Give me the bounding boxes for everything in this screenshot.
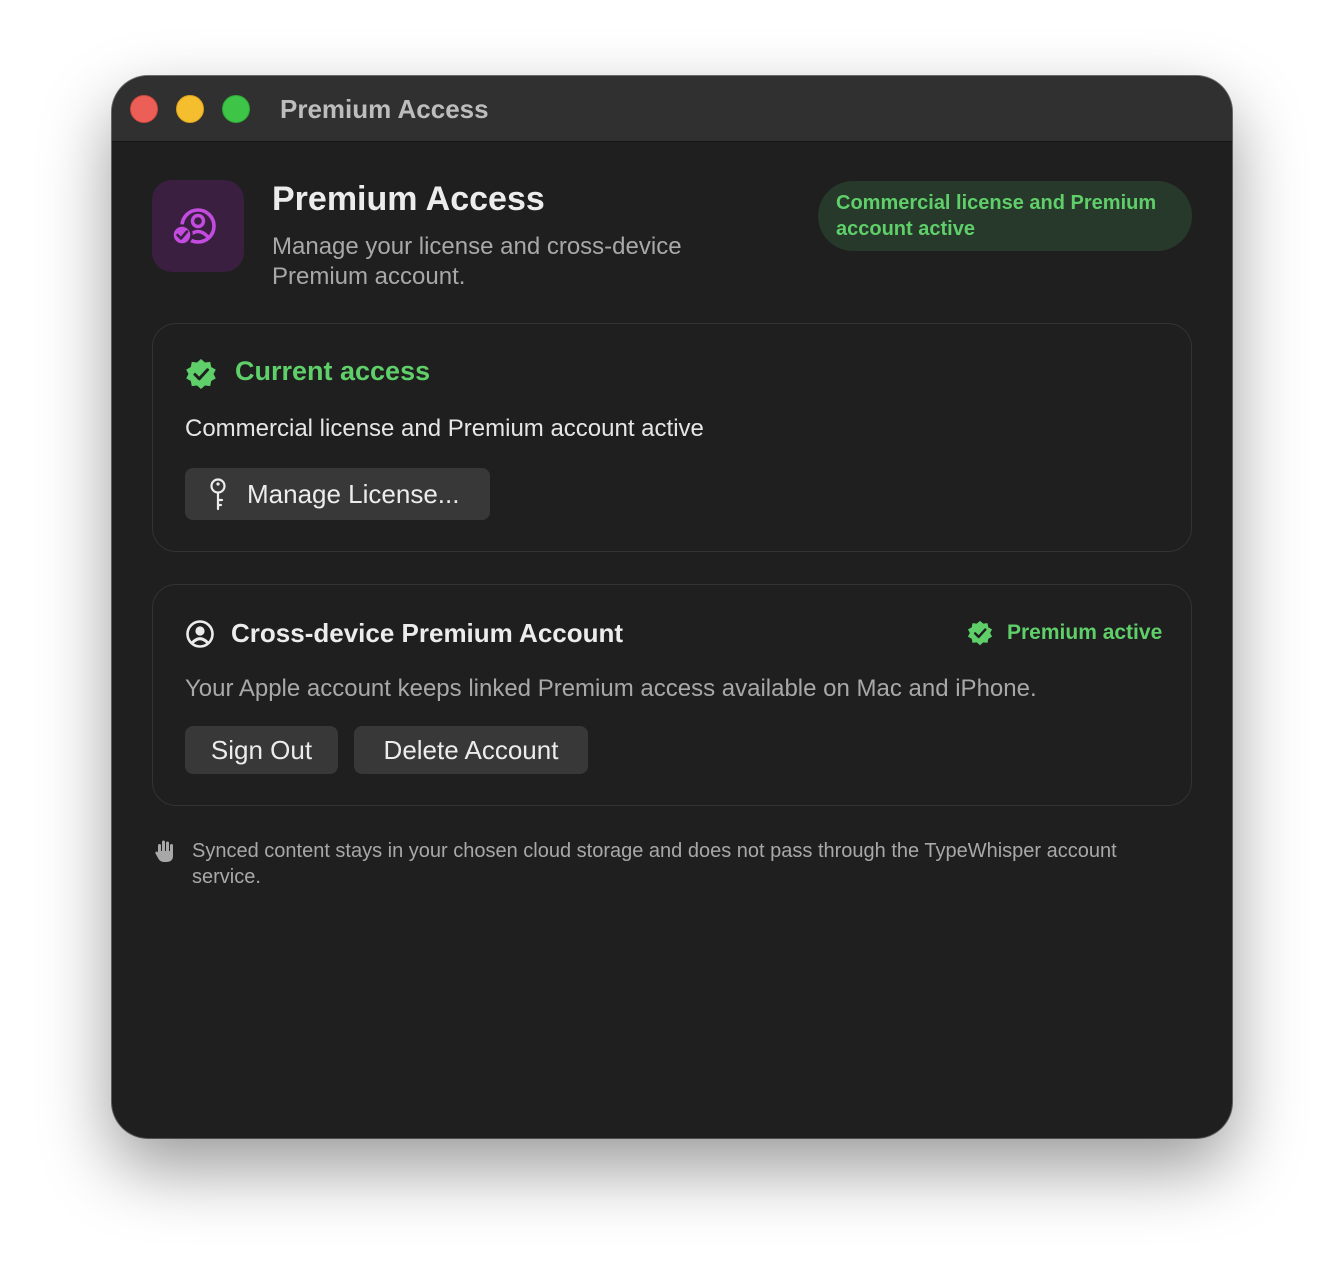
- window-title: Premium Access: [280, 94, 489, 124]
- current-access-card: Current access Commercial license and Pr…: [152, 323, 1192, 552]
- manage-license-button[interactable]: Manage License...: [185, 468, 490, 520]
- current-access-description: Commercial license and Premium account a…: [185, 415, 704, 442]
- premium-account-description: Your Apple account keeps linked Premium …: [185, 675, 1037, 702]
- checkmark-seal-icon: [186, 359, 216, 389]
- delete-account-label: Delete Account: [383, 735, 559, 765]
- sign-out-button[interactable]: Sign Out: [185, 726, 338, 774]
- checkmark-seal-icon: [967, 620, 993, 646]
- manage-license-label: Manage License...: [247, 479, 460, 509]
- premium-account-card: Cross-device Premium Account Premium act…: [152, 584, 1192, 806]
- zoom-window-button[interactable]: [222, 95, 250, 123]
- app-icon: [152, 180, 244, 272]
- page-title: Premium Access: [272, 180, 545, 218]
- current-access-title: Current access: [235, 356, 431, 386]
- hand-raised-icon: [155, 840, 173, 862]
- key-icon: [210, 478, 226, 511]
- app-window: Premium Access Premium Access Manage you…: [112, 76, 1232, 1138]
- close-window-button[interactable]: [130, 95, 158, 123]
- person-badge-check-icon: [172, 208, 216, 246]
- person-circle-icon: [186, 620, 214, 648]
- title-bar[interactable]: Premium Access: [112, 76, 1232, 142]
- premium-account-title: Cross-device Premium Account: [231, 618, 624, 648]
- sign-out-label: Sign Out: [210, 735, 313, 765]
- delete-account-button[interactable]: Delete Account: [354, 726, 588, 774]
- page-subtitle: Manage your license and cross-device Pre…: [272, 233, 682, 290]
- premium-status-label: Premium active: [1007, 621, 1163, 644]
- minimize-window-button[interactable]: [176, 95, 204, 123]
- sync-privacy-note: Synced content stays in your chosen clou…: [192, 840, 1117, 888]
- status-badge: Commercial license and Premium account a…: [818, 181, 1192, 251]
